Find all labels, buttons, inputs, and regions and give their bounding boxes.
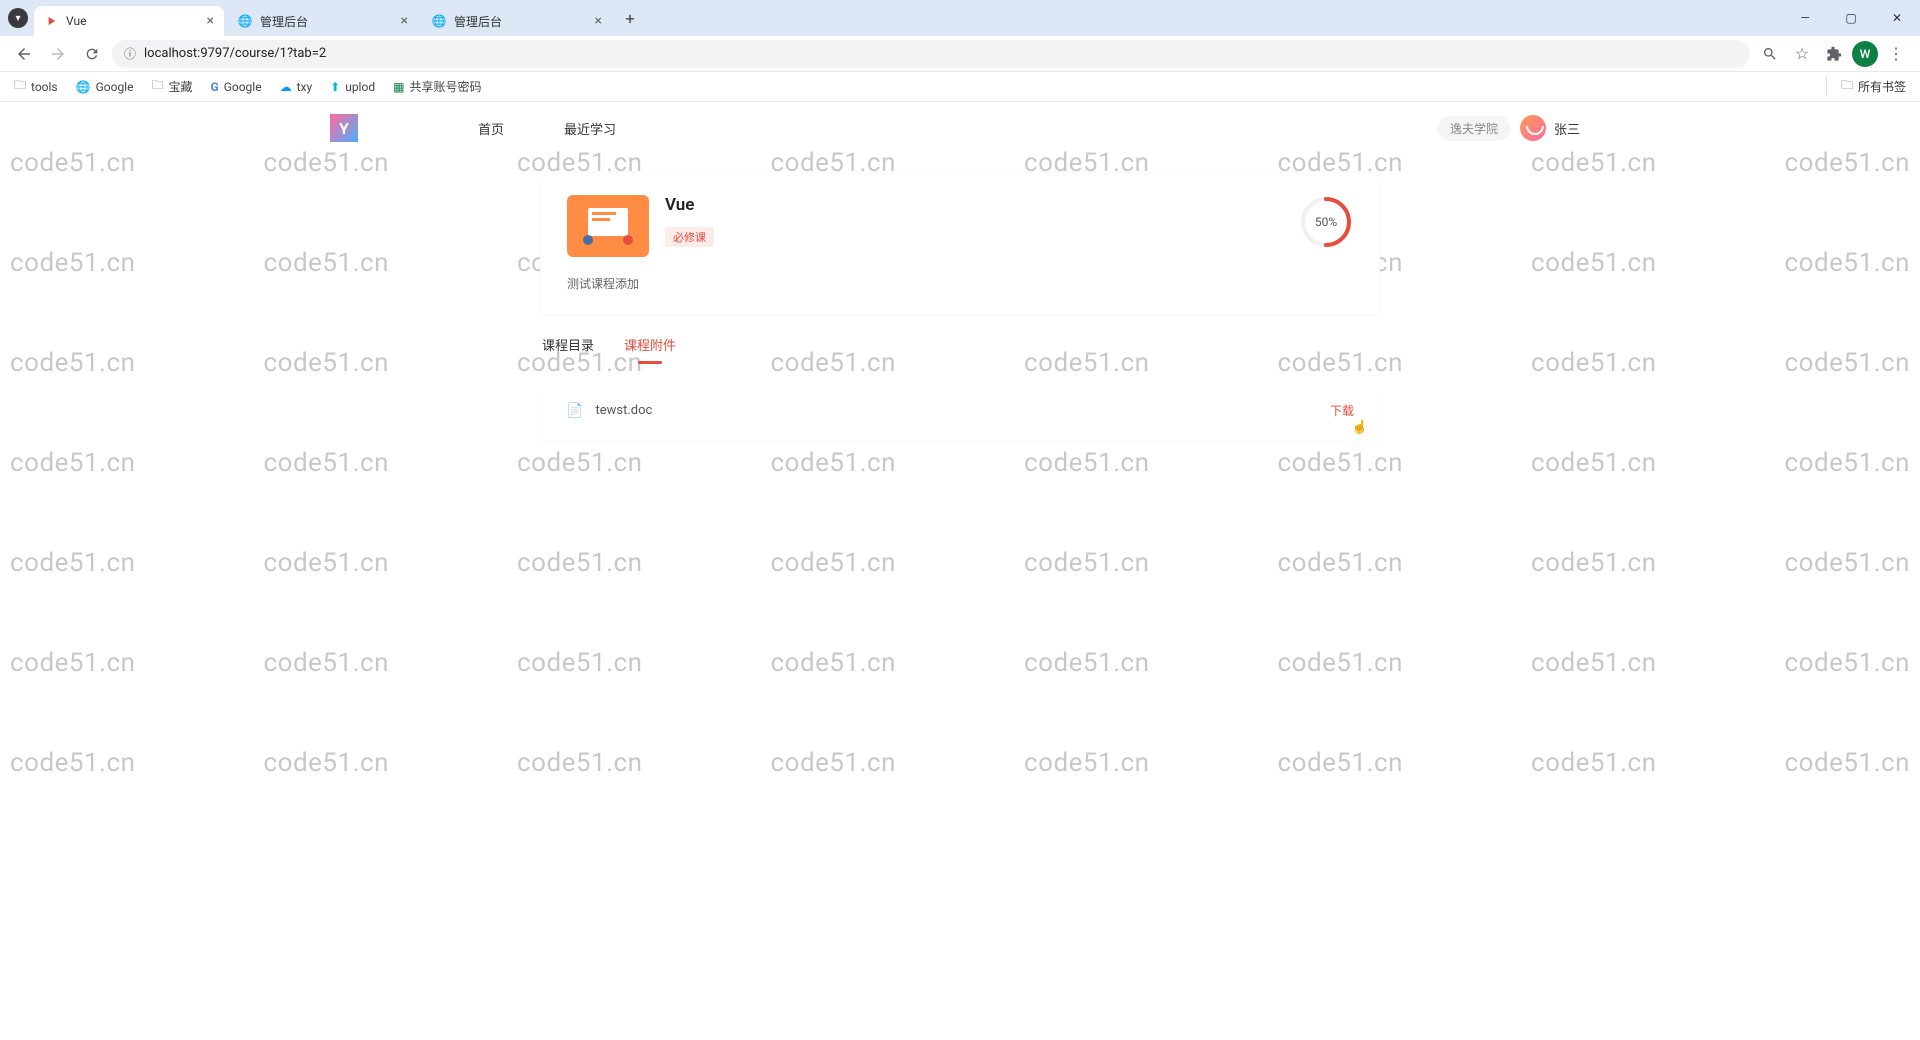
upload-icon: ⬆ — [330, 80, 340, 94]
globe-icon: 🌐 — [432, 14, 446, 28]
google-icon: G — [211, 80, 219, 94]
address-bar-row: ⓘ localhost:9797/course/1?tab=2 ☆ W ⋮ — [0, 36, 1920, 72]
cloud-icon: ☁ — [280, 80, 292, 94]
progress-percent-label: 50% — [1299, 195, 1353, 249]
browser-tab-active[interactable]: Vue × — [34, 6, 224, 36]
user-avatar[interactable] — [1520, 115, 1546, 141]
nav-home[interactable]: 首页 — [478, 119, 504, 138]
download-link[interactable]: 下载 — [1330, 402, 1354, 419]
close-tab-icon[interactable]: × — [401, 13, 408, 29]
globe-icon: 🌐 — [76, 80, 91, 94]
sheet-icon: ▦ — [393, 80, 404, 94]
forward-button[interactable] — [44, 40, 72, 68]
maximize-button[interactable]: ▢ — [1828, 0, 1874, 36]
tab-search-button[interactable]: ▾ — [8, 8, 28, 28]
menu-icon[interactable]: ⋮ — [1882, 40, 1910, 68]
course-title: Vue — [665, 195, 714, 215]
progress-ring: 50% — [1299, 195, 1353, 249]
site-logo[interactable]: Y — [330, 114, 358, 142]
bookmark-folder[interactable]: 🗀宝藏 — [151, 76, 192, 97]
tab-title: 管理后台 — [454, 13, 502, 30]
reload-button[interactable] — [78, 40, 106, 68]
course-tag: 必修课 — [665, 227, 714, 247]
bookmark-star-icon[interactable]: ☆ — [1788, 40, 1816, 68]
course-description: 测试课程添加 — [567, 275, 1353, 292]
bookmark-item[interactable]: ⬆uplod — [330, 80, 375, 94]
course-thumbnail — [567, 195, 649, 257]
profile-avatar[interactable]: W — [1852, 41, 1878, 67]
browser-titlebar: ▾ Vue × 🌐 管理后台 × 🌐 管理后台 × + — ▢ ✕ — [0, 0, 1920, 36]
vue-favicon-icon — [44, 14, 58, 28]
nav-recent[interactable]: 最近学习 — [564, 119, 616, 138]
site-info-icon[interactable]: ⓘ — [124, 45, 136, 62]
minimize-button[interactable]: — — [1782, 0, 1828, 36]
new-tab-button[interactable]: + — [616, 4, 644, 32]
tab-title: Vue — [66, 14, 86, 28]
tab-catalog[interactable]: 课程目录 — [542, 335, 594, 362]
extensions-icon[interactable] — [1820, 40, 1848, 68]
tab-title: 管理后台 — [260, 13, 308, 30]
bookmark-item[interactable]: 🌐Google — [76, 80, 134, 94]
username-label[interactable]: 张三 — [1554, 119, 1580, 138]
globe-icon: 🌐 — [238, 14, 252, 28]
browser-tab[interactable]: 🌐 管理后台 × — [228, 6, 418, 36]
folder-icon: 🗀 — [1841, 76, 1853, 97]
institute-badge[interactable]: 逸夫学院 — [1438, 116, 1510, 141]
attachment-row: 📄 tewst.doc 下载 ☝ — [540, 380, 1380, 441]
folder-icon: 🗀 — [151, 76, 163, 97]
bookmark-item[interactable]: ▦共享账号密码 — [393, 78, 481, 95]
all-bookmarks-button[interactable]: 🗀所有书签 — [1826, 76, 1906, 97]
course-card: Vue 必修课 50% 测试课程添加 — [540, 172, 1380, 315]
back-button[interactable] — [10, 40, 38, 68]
folder-icon: 🗀 — [14, 76, 26, 97]
zoom-icon[interactable] — [1756, 40, 1784, 68]
attachment-filename: tewst.doc — [595, 403, 652, 418]
bookmark-item[interactable]: ☁txy — [280, 80, 313, 94]
close-window-button[interactable]: ✕ — [1874, 0, 1920, 36]
close-tab-icon[interactable]: × — [595, 13, 602, 29]
browser-tab[interactable]: 🌐 管理后台 × — [422, 6, 612, 36]
file-icon: 📄 — [566, 403, 583, 419]
tab-attachments[interactable]: 课程附件 — [624, 335, 676, 362]
course-tabs: 课程目录 课程附件 — [540, 335, 1380, 362]
site-top-nav: Y 首页 最近学习 逸夫学院 张三 — [0, 102, 1920, 154]
close-tab-icon[interactable]: × — [207, 13, 214, 29]
url-text: localhost:9797/course/1?tab=2 — [144, 46, 326, 61]
bookmark-item[interactable]: GGoogle — [211, 80, 262, 94]
address-bar[interactable]: ⓘ localhost:9797/course/1?tab=2 — [112, 40, 1750, 68]
bookmarks-bar: 🗀tools 🌐Google 🗀宝藏 GGoogle ☁txy ⬆uplod ▦… — [0, 72, 1920, 102]
cursor-pointer-icon: ☝ — [1352, 420, 1368, 435]
bookmark-folder[interactable]: 🗀tools — [14, 76, 58, 97]
